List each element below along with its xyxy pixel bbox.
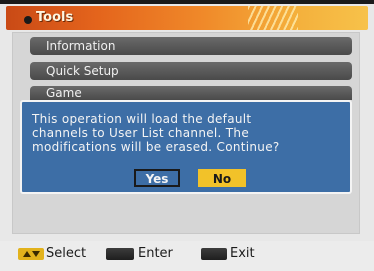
footer-hints: Select Enter Exit <box>0 241 374 271</box>
hint-enter-label: Enter <box>138 246 173 261</box>
up-down-arrows-icon <box>18 248 44 260</box>
page-title: Tools <box>36 10 74 25</box>
title-decoration <box>248 6 298 30</box>
no-button[interactable]: No <box>198 169 246 187</box>
yes-button[interactable]: Yes <box>134 169 180 187</box>
menu-key-icon <box>201 248 227 260</box>
hint-select-label: Select <box>46 246 87 261</box>
dialog-message: This operation will load the default cha… <box>32 112 280 154</box>
tools-screen: Tools Information Quick Setup Game This … <box>0 0 374 271</box>
confirm-dialog: This operation will load the default cha… <box>20 100 352 194</box>
ok-key-icon <box>106 248 134 260</box>
menu-item-game[interactable]: Game <box>30 86 352 100</box>
screen-bezel <box>0 0 374 4</box>
bullet-icon <box>24 16 32 24</box>
menu-item-quick-setup[interactable]: Quick Setup <box>30 62 352 80</box>
menu-item-information[interactable]: Information <box>30 37 352 55</box>
title-bar: Tools <box>6 6 368 30</box>
hint-exit-label: Exit <box>230 246 255 261</box>
